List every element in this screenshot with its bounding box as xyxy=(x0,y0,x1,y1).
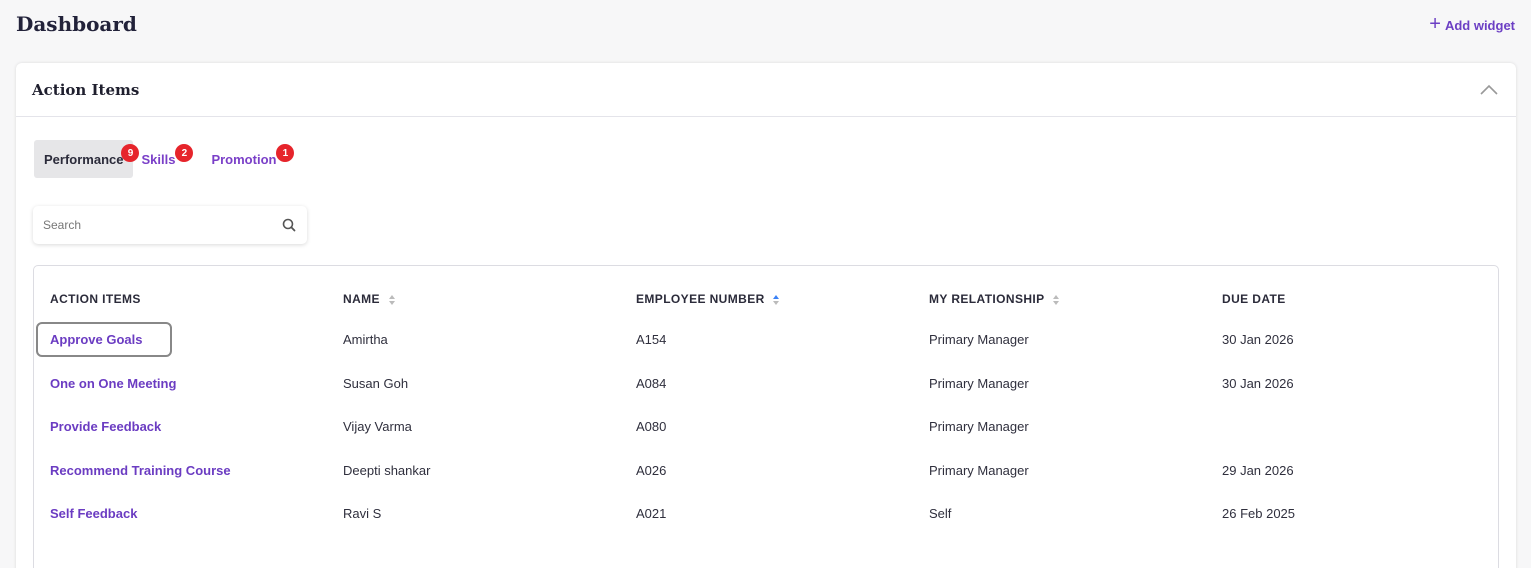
due-date-cell: 30 Jan 2026 xyxy=(1222,375,1294,391)
sort-icon[interactable] xyxy=(1052,294,1060,306)
due-date-cell xyxy=(1222,405,1492,449)
column-header-employee-number[interactable]: EMPLOYEE NUMBER xyxy=(636,280,929,318)
plus-icon: + xyxy=(1429,13,1441,35)
tab-bar: Performance 9 Skills 2 Promotion 1 xyxy=(34,140,295,178)
employee-number-cell: A154 xyxy=(636,332,667,348)
name-cell: Amirtha xyxy=(343,332,388,348)
action-link-self-feedback[interactable]: Self Feedback xyxy=(44,500,137,527)
column-header-my-relationship[interactable]: MY RELATIONSHIP xyxy=(929,280,1222,318)
action-link-approve-goals[interactable]: Approve Goals xyxy=(36,322,173,358)
tab-label: Promotion xyxy=(211,151,277,167)
tab-promotion[interactable]: Promotion 1 xyxy=(193,140,295,178)
column-header-name[interactable]: NAME xyxy=(343,280,636,318)
employee-number-cell: A080 xyxy=(636,419,667,435)
action-items-table-container: ACTION ITEMS NAME EMPLOYEE NUMBER MY REL… xyxy=(33,265,1499,568)
sort-icon[interactable] xyxy=(772,294,780,306)
count-badge: 1 xyxy=(276,144,295,162)
tab-performance[interactable]: Performance 9 xyxy=(34,140,140,178)
table-row: Recommend Training Course Deepti shankar… xyxy=(50,449,1492,493)
action-items-card: Action Items Performance 9 Skills 2 Prom… xyxy=(16,63,1516,568)
card-header: Action Items xyxy=(16,63,1516,117)
name-cell: Ravi S xyxy=(343,506,382,522)
sort-icon[interactable] xyxy=(388,294,396,306)
table-row: Self Feedback Ravi S A021 Self 26 Feb 20… xyxy=(50,492,1492,536)
action-link-one-on-one-meeting[interactable]: One on One Meeting xyxy=(44,370,176,397)
relationship-cell: Self xyxy=(929,506,952,522)
page-title: Dashboard xyxy=(16,12,137,36)
relationship-cell: Primary Manager xyxy=(929,375,1029,391)
column-header-action-items: ACTION ITEMS xyxy=(50,292,141,306)
relationship-cell: Primary Manager xyxy=(929,332,1029,348)
action-items-table: ACTION ITEMS NAME EMPLOYEE NUMBER MY REL… xyxy=(36,280,1492,536)
tab-label: Skills xyxy=(141,151,176,167)
card-title: Action Items xyxy=(32,80,140,99)
search-input[interactable] xyxy=(43,218,281,232)
count-badge: 9 xyxy=(121,144,140,162)
relationship-cell: Primary Manager xyxy=(929,419,1029,435)
search-box xyxy=(33,206,307,244)
relationship-cell: Primary Manager xyxy=(929,462,1029,478)
employee-number-cell: A021 xyxy=(636,506,667,522)
name-cell: Vijay Varma xyxy=(343,419,412,435)
add-widget-label: Add widget xyxy=(1444,17,1515,33)
due-date-cell: 29 Jan 2026 xyxy=(1222,462,1294,478)
due-date-cell: 30 Jan 2026 xyxy=(1222,332,1294,348)
chevron-up-icon[interactable] xyxy=(1478,79,1500,101)
tab-skills[interactable]: Skills 2 xyxy=(141,140,194,178)
table-row: Provide Feedback Vijay Varma A080 Primar… xyxy=(50,405,1492,449)
table-row: One on One Meeting Susan Goh A084 Primar… xyxy=(50,362,1492,406)
employee-number-cell: A084 xyxy=(636,375,667,391)
count-badge: 2 xyxy=(175,144,194,162)
employee-number-cell: A026 xyxy=(636,462,667,478)
name-cell: Susan Goh xyxy=(343,375,409,391)
action-link-recommend-training-course[interactable]: Recommend Training Course xyxy=(44,457,231,484)
name-cell: Deepti shankar xyxy=(343,462,431,478)
action-link-provide-feedback[interactable]: Provide Feedback xyxy=(44,413,161,440)
add-widget-button[interactable]: + Add widget xyxy=(1429,13,1515,35)
table-row: Approve Goals Amirtha A154 Primary Manag… xyxy=(36,318,1492,362)
due-date-cell: 26 Feb 2025 xyxy=(1222,506,1296,522)
column-header-due-date: DUE DATE xyxy=(1222,292,1286,306)
table-header-row: ACTION ITEMS NAME EMPLOYEE NUMBER MY REL… xyxy=(50,280,1492,318)
tab-label: Performance xyxy=(44,151,124,167)
search-icon[interactable] xyxy=(281,217,297,233)
